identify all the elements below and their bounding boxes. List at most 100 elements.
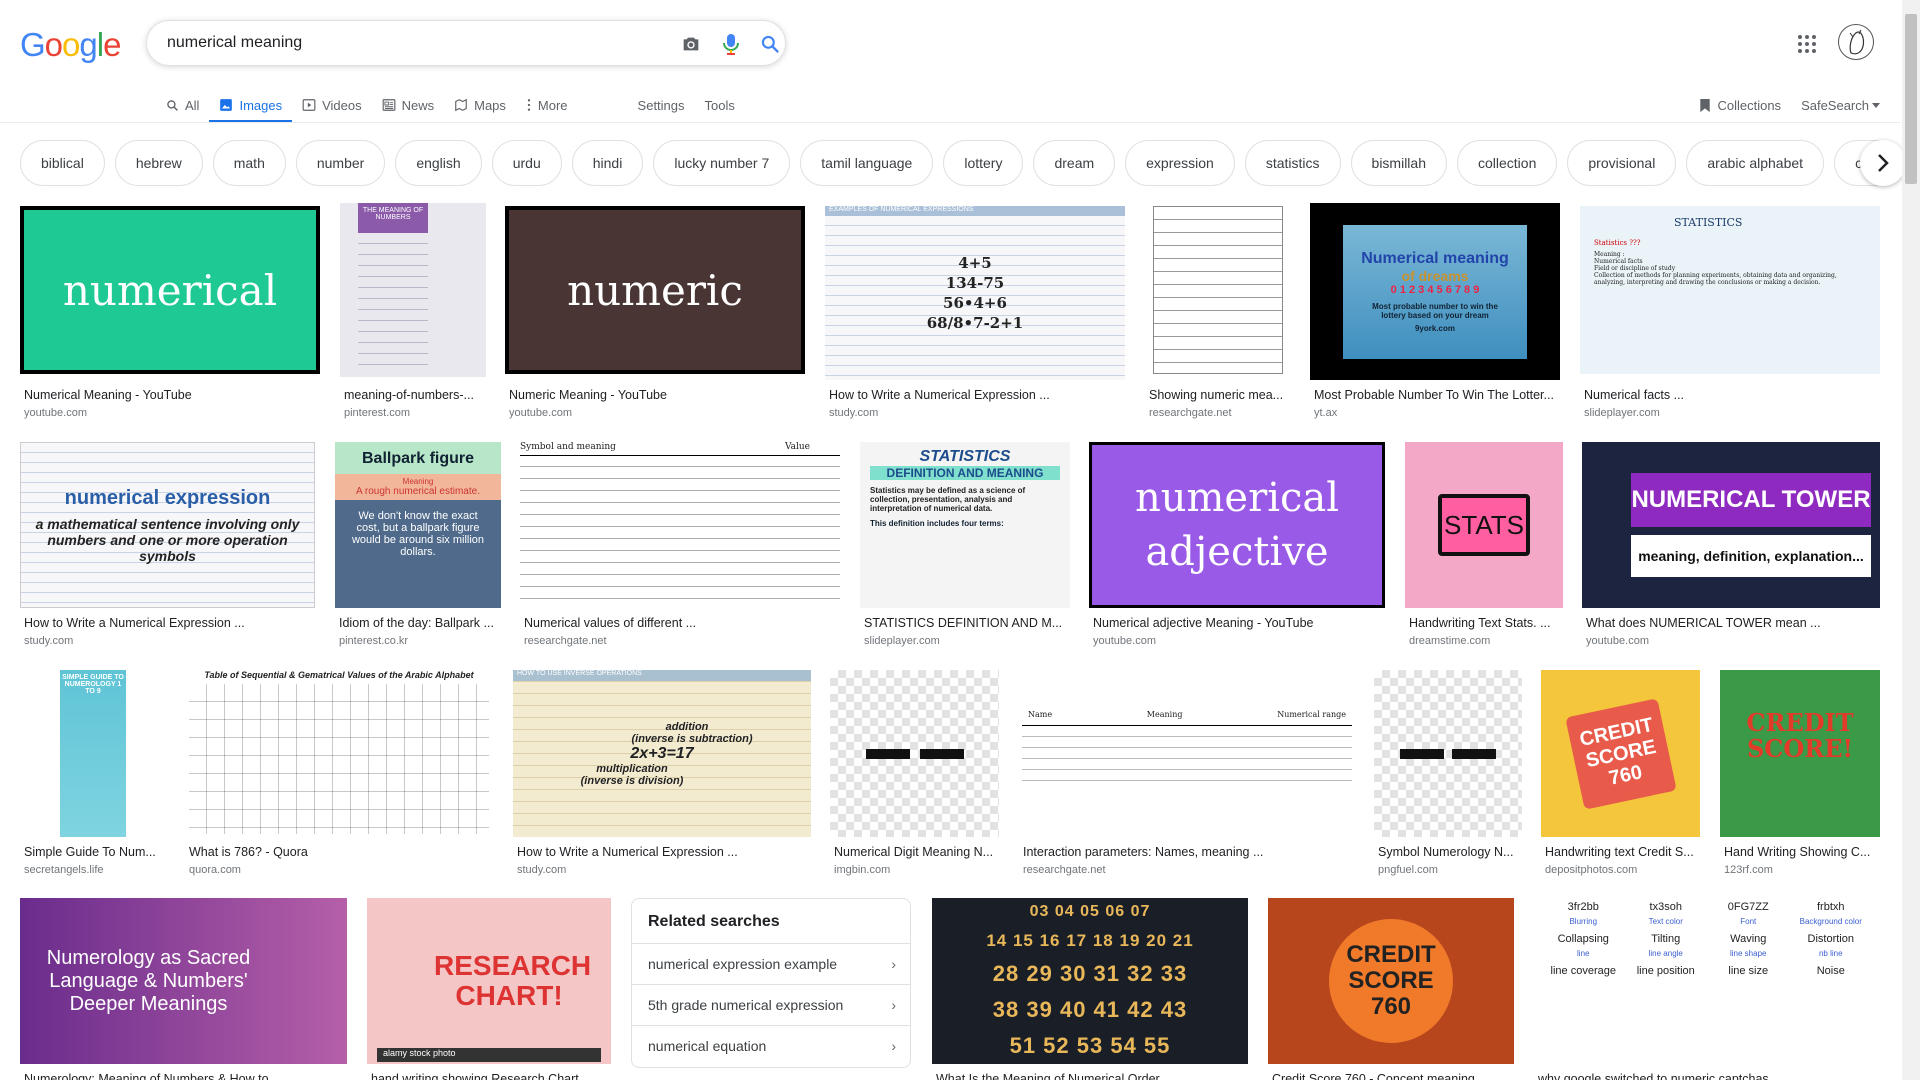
result-10[interactable]: Symbol and meaning Value Numerical value… [520,442,840,652]
result-caption[interactable]: Numerical facts ... [1584,388,1876,402]
result-caption[interactable]: Handwriting Text Stats. ... [1409,616,1559,630]
camera-icon[interactable] [677,30,705,58]
tab-videos[interactable]: Videos [302,88,362,122]
tab-more[interactable]: More [526,88,568,122]
google-logo[interactable]: Google [20,26,121,64]
result-caption[interactable]: How to Write a Numerical Expression ... [517,845,807,859]
result-11[interactable]: STATISTICS DEFINITION AND MEANING Statis… [860,442,1070,652]
tab-settings[interactable]: Settings [638,88,685,122]
result-14[interactable]: NUMERICAL TOWER meaning, definition, exp… [1582,442,1880,652]
scrollbar-thumb[interactable] [1905,14,1917,184]
search-input[interactable] [167,31,647,55]
filter-chip[interactable]: provisional [1567,140,1677,186]
account-avatar[interactable] [1838,24,1874,60]
result-thumbnail[interactable]: Table of Sequential & Gematrical Values … [185,670,493,837]
result-thumbnail[interactable]: CREDIT SCORE! [1720,670,1880,837]
filter-chip[interactable]: math [212,140,286,186]
result-thumbnail[interactable]: RESEARCH CHART! alamy stock photo [367,898,611,1064]
apps-grid-icon[interactable] [1795,32,1819,56]
result-caption[interactable]: meaning-of-numbers-... [344,388,482,402]
result-caption[interactable]: STATISTICS DEFINITION AND M... [864,616,1066,630]
result-caption[interactable]: why google switched to numeric captchas … [1538,1072,1876,1080]
result-caption[interactable]: Showing numeric mea... [1149,388,1287,402]
result-22[interactable]: CREDIT SCORE! Hand Writing Showing C... … [1720,670,1880,885]
result-thumbnail[interactable]: STATISTICS DEFINITION AND MEANING Statis… [860,442,1070,608]
result-thumbnail[interactable]: 03 04 05 06 07 14 15 16 17 18 19 20 21 2… [932,898,1248,1064]
tab-maps[interactable]: Maps [454,88,506,122]
result-caption[interactable]: What is 786? - Quora [189,845,489,859]
result-thumbnail[interactable]: numerical expression a mathematical sent… [20,442,315,608]
result-thumbnail[interactable]: STATS [1405,442,1563,608]
result-thumbnail[interactable]: Numerology as Sacred Language & Numbers'… [20,898,347,1064]
result-5[interactable]: Showing numeric mea... researchgate.net [1145,203,1291,423]
result-3[interactable]: numeric Numeric Meaning - YouTube youtub… [505,206,805,426]
result-thumbnail[interactable]: HOW TO USE INVERSE OPERATIONS addition (… [513,670,811,837]
chips-next-button[interactable] [1860,140,1906,186]
result-caption[interactable]: Numeric Meaning - YouTube [509,388,801,402]
page-scrollbar[interactable] [1902,0,1920,1080]
filter-chip[interactable]: hindi [571,140,644,186]
filter-chip[interactable]: tamil language [800,140,934,186]
related-search-item[interactable]: numerical equation › [632,1025,910,1065]
result-thumbnail[interactable]: Name Meaning Numerical range [1019,670,1355,837]
filter-chip[interactable]: collection [1457,140,1558,186]
result-thumbnail[interactable]: EXAMPLES OF NUMERICAL EXPRESSIONS 4+5 134… [825,206,1125,380]
result-caption[interactable]: What does NUMERICAL TOWER mean ... [1586,616,1876,630]
result-caption[interactable]: Numerical adjective Meaning - YouTube [1093,616,1381,630]
result-26[interactable]: CREDIT SCORE 760 Credit Score 760 - Conc… [1268,898,1514,1080]
filter-chip[interactable]: arabic alphabet [1686,140,1825,186]
result-thumbnail[interactable]: STATISTICS Statistics ??? Meaning : Nume… [1580,206,1880,374]
result-21[interactable]: CREDIT SCORE 760 Handwriting text Credit… [1541,670,1700,885]
result-thumbnail[interactable]: CREDIT SCORE 760 [1268,898,1514,1064]
result-19[interactable]: Name Meaning Numerical range Interaction… [1019,670,1355,885]
filter-chip[interactable]: lucky number 7 [653,140,791,186]
result-caption[interactable]: Handwriting text Credit S... [1545,845,1696,859]
result-thumbnail[interactable]: numerical adjective [1089,442,1385,608]
result-caption[interactable]: Simple Guide To Num... [24,845,162,859]
result-caption[interactable]: Numerical Digit Meaning N... [834,845,995,859]
result-16[interactable]: Table of Sequential & Gematrical Values … [185,670,493,885]
result-25[interactable]: 03 04 05 06 07 14 15 16 17 18 19 20 21 2… [932,898,1248,1080]
result-caption[interactable]: How to Write a Numerical Expression ... [24,616,311,630]
result-caption[interactable]: Numerical values of different ... [524,616,836,630]
result-caption[interactable]: hand writing showing Research Chart ... [371,1072,607,1080]
result-caption[interactable]: Interaction parameters: Names, meaning .… [1023,845,1351,859]
result-18[interactable]: Numerical Digit Meaning N... imgbin.com [830,670,999,885]
result-thumbnail[interactable]: Symbol and meaning Value [520,442,840,608]
search-icon[interactable] [756,30,784,58]
result-caption[interactable]: What Is the Meaning of Numerical Order .… [936,1072,1244,1080]
result-7[interactable]: STATISTICS Statistics ??? Meaning : Nume… [1580,206,1880,426]
filter-chip[interactable]: bismillah [1350,140,1447,186]
result-thumbnail[interactable]: THE MEANING OF NUMBERS [340,203,486,377]
result-thumbnail[interactable] [1145,203,1291,377]
result-caption[interactable]: Idiom of the day: Ballpark ... [339,616,497,630]
result-caption[interactable]: Credit Score 760 - Concept meaning ... [1272,1072,1510,1080]
result-caption[interactable]: Numerology: Meaning of Numbers & How to … [24,1072,343,1080]
result-20[interactable]: Symbol Numerology N... pngfuel.com [1374,670,1522,885]
tab-images[interactable]: Images [209,88,292,123]
result-8[interactable]: numerical expression a mathematical sent… [20,442,315,652]
collections-link[interactable]: Collections [1699,98,1781,113]
filter-chip[interactable]: hebrew [114,140,203,186]
result-13[interactable]: STATS Handwriting Text Stats. ... dreams… [1405,442,1563,652]
filter-chip[interactable]: english [395,140,482,186]
result-thumbnail[interactable]: 3fr2bb tx3soh 0FG7ZZ frbtxh Blurring Text col… [1534,898,1880,1064]
related-search-item[interactable]: numerical expression example › [632,943,910,983]
filter-chip[interactable]: urdu [491,140,562,186]
result-thumbnail[interactable]: numeric [505,206,805,374]
result-24[interactable]: RESEARCH CHART! alamy stock photo hand w… [367,898,611,1080]
tab-all[interactable]: All [166,88,199,122]
filter-chip[interactable]: statistics [1244,140,1341,186]
result-thumbnail[interactable]: NUMERICAL TOWER meaning, definition, exp… [1582,442,1880,608]
result-15[interactable]: SIMPLE GUIDE TO NUMEROLOGY 1 TO 9 Simple… [20,670,166,885]
microphone-icon[interactable] [717,30,745,58]
result-2[interactable]: THE MEANING OF NUMBERS meaning-of-number… [340,203,486,423]
filter-chip[interactable]: lottery [943,140,1024,186]
filter-chip[interactable]: expression [1125,140,1235,186]
result-caption[interactable]: Most Probable Number To Win The Lotter..… [1314,388,1556,402]
tab-news[interactable]: News [382,88,434,122]
filter-chip[interactable]: number [295,140,386,186]
result-caption[interactable]: Symbol Numerology N... [1378,845,1518,859]
filter-chip[interactable]: dream [1033,140,1116,186]
result-12[interactable]: numerical adjective Numerical adjective … [1089,442,1385,652]
